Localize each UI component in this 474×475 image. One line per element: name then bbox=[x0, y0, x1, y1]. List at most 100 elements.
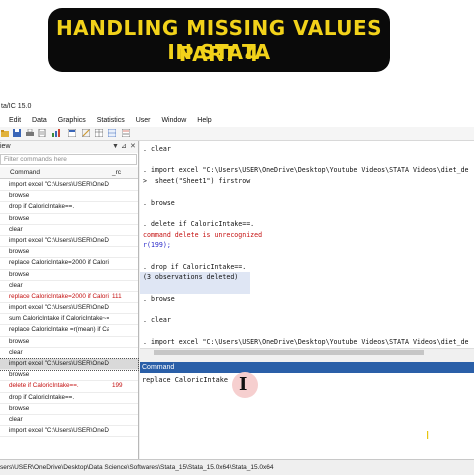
history-row[interactable]: browse bbox=[0, 214, 138, 225]
ibeam-cursor-icon: I bbox=[239, 374, 248, 395]
results-line: r(199); bbox=[143, 241, 171, 250]
history-command: clear bbox=[9, 281, 23, 289]
scrollbar-thumb[interactable] bbox=[154, 350, 424, 355]
close-icon[interactable]: ✕ bbox=[130, 141, 136, 153]
history-row[interactable]: browse bbox=[0, 270, 138, 281]
menu-window[interactable]: Window bbox=[161, 114, 186, 127]
results-line: . import excel "C:\Users\USER\OneDrive\D… bbox=[143, 166, 469, 175]
menu-bar: Edit Data Graphics Statistics User Windo… bbox=[0, 114, 474, 127]
menu-graphics[interactable]: Graphics bbox=[58, 114, 86, 127]
menu-statistics[interactable]: Statistics bbox=[97, 114, 125, 127]
history-row[interactable]: browse bbox=[0, 337, 138, 348]
secondary-cursor-icon: I bbox=[426, 429, 430, 442]
history-command: replace CaloricIntake =r(mean) if Calo..… bbox=[9, 326, 109, 334]
history-command: drop if CaloricIntake==. bbox=[9, 393, 75, 401]
filter-placeholder: Filter commands here bbox=[4, 156, 67, 163]
history-row[interactable]: clear bbox=[0, 415, 138, 427]
history-column-header: Command _rc bbox=[0, 167, 138, 179]
history-command: clear bbox=[9, 415, 23, 423]
history-row[interactable]: browse bbox=[0, 191, 138, 203]
history-command: browse bbox=[9, 270, 30, 278]
history-row[interactable]: import excel "C:\Users\USER\OneD... bbox=[0, 303, 138, 315]
history-command: browse bbox=[9, 337, 30, 345]
history-row[interactable]: clear bbox=[0, 225, 138, 236]
history-row[interactable]: drop if CaloricIntake==. bbox=[0, 393, 138, 404]
history-row[interactable]: import excel "C:\Users\USER\OneD... bbox=[0, 357, 139, 372]
history-rc: 111 bbox=[112, 292, 122, 300]
pin-icon[interactable]: ⊿ bbox=[121, 141, 127, 153]
history-rc: 199 bbox=[112, 382, 123, 390]
history-row[interactable]: delete if CaloricIntake==. 199 bbox=[0, 381, 138, 393]
command-header: Command bbox=[140, 362, 474, 373]
history-title: iew bbox=[0, 143, 11, 150]
results-line: . drop if CaloricIntake==. bbox=[143, 262, 247, 271]
do-file-editor-icon[interactable] bbox=[82, 129, 90, 137]
history-command: replace CaloricIntake=2000 if Caloric... bbox=[9, 292, 109, 300]
history-row[interactable]: replace CaloricIntake =r(mean) if Calo..… bbox=[0, 325, 138, 337]
menu-help[interactable]: Help bbox=[197, 114, 211, 127]
filter-icon[interactable]: ▼ bbox=[112, 141, 119, 153]
window-title: ta/IC 15.0 bbox=[0, 100, 474, 114]
history-command: import excel "C:\Users\USER\OneD... bbox=[9, 304, 109, 312]
history-list: import excel "C:\Users\USER\OneD... brows… bbox=[0, 180, 139, 438]
history-command: browse bbox=[9, 404, 30, 412]
history-row[interactable]: browse bbox=[0, 370, 138, 382]
history-row[interactable]: replace CaloricIntake=2000 if Caloric...… bbox=[0, 292, 138, 304]
history-command: replace CaloricIntake=2000 if Caloric... bbox=[9, 259, 109, 267]
history-command: import excel "C:\Users\USER\OneD... bbox=[9, 427, 109, 435]
history-row[interactable]: sum CaloricIntake if CaloricIntake~=. bbox=[0, 314, 138, 326]
menu-edit[interactable]: Edit bbox=[9, 114, 21, 127]
results-line: command delete is unrecognized bbox=[143, 230, 263, 239]
history-command: clear bbox=[9, 225, 23, 233]
history-command: browse bbox=[9, 248, 30, 256]
results-line: (3 observations deleted) bbox=[143, 273, 239, 282]
command-text: replace CaloricIntake bbox=[142, 376, 228, 384]
menu-data[interactable]: Data bbox=[32, 114, 47, 127]
column-command[interactable]: Command bbox=[10, 167, 40, 178]
history-row[interactable]: browse bbox=[0, 404, 138, 415]
history-command: clear bbox=[9, 348, 23, 356]
history-command: browse bbox=[9, 214, 30, 222]
history-row[interactable]: import excel "C:\Users\USER\OneD... bbox=[0, 236, 138, 248]
history-command: sum CaloricIntake if CaloricIntake~=. bbox=[9, 315, 109, 323]
viewer-icon[interactable] bbox=[68, 129, 76, 137]
status-bar: sers\USER\OneDrive\Desktop\Data Science\… bbox=[0, 459, 474, 475]
history-command: import excel "C:\Users\USER\OneD... bbox=[9, 360, 109, 367]
log-icon[interactable] bbox=[38, 129, 46, 137]
results-line: . import excel "C:\Users\USER\OneDrive\D… bbox=[143, 337, 469, 346]
history-row[interactable]: clear bbox=[0, 348, 138, 359]
graph-icon[interactable] bbox=[52, 129, 60, 137]
results-line: . browse bbox=[143, 294, 175, 303]
history-command: delete if CaloricIntake==. bbox=[9, 382, 79, 390]
results-line: > sheet("Sheet1") firstrow bbox=[143, 177, 251, 186]
open-folder-icon[interactable] bbox=[1, 129, 9, 137]
results-line: . clear bbox=[143, 316, 171, 325]
print-icon[interactable] bbox=[26, 129, 34, 137]
history-row[interactable]: import excel "C:\Users\USER\OneD... bbox=[0, 180, 138, 192]
results-line: . browse bbox=[143, 198, 175, 207]
history-row[interactable]: drop if CaloricIntake==. bbox=[0, 202, 138, 214]
history-row[interactable]: browse bbox=[0, 247, 138, 259]
data-editor-icon[interactable] bbox=[95, 129, 103, 137]
history-row[interactable]: clear bbox=[0, 281, 138, 292]
text-cursor-highlight: I bbox=[232, 372, 258, 398]
save-icon[interactable] bbox=[13, 129, 21, 137]
history-filter-input[interactable]: Filter commands here bbox=[0, 154, 137, 165]
history-command: browse bbox=[9, 371, 30, 379]
data-browser-icon[interactable] bbox=[108, 129, 116, 137]
title-banner: HANDLING MISSING VALUES IN STATA PART 4 bbox=[48, 8, 390, 72]
banner-title-line-2: PART 4 bbox=[178, 42, 260, 66]
results-window: . clear . import excel "C:\Users\USER\One… bbox=[140, 141, 474, 348]
variables-manager-icon[interactable] bbox=[122, 129, 130, 137]
history-command: import excel "C:\Users\USER\OneD... bbox=[9, 236, 109, 244]
command-input[interactable]: replace CaloricIntake I I bbox=[140, 372, 474, 459]
column-rc[interactable]: _rc bbox=[112, 167, 121, 178]
stata-window: ta/IC 15.0 Edit Data Graphics Statistics… bbox=[0, 100, 474, 475]
history-row[interactable]: replace CaloricIntake=2000 if Caloric... bbox=[0, 258, 138, 270]
toolbar bbox=[0, 127, 474, 141]
menu-user[interactable]: User bbox=[136, 114, 151, 127]
results-line: . delete if CaloricIntake==. bbox=[143, 219, 255, 228]
results-scrollbar[interactable] bbox=[140, 348, 474, 357]
history-command: drop if CaloricIntake==. bbox=[9, 203, 75, 211]
history-row[interactable]: import excel "C:\Users\USER\OneD... bbox=[0, 426, 138, 438]
